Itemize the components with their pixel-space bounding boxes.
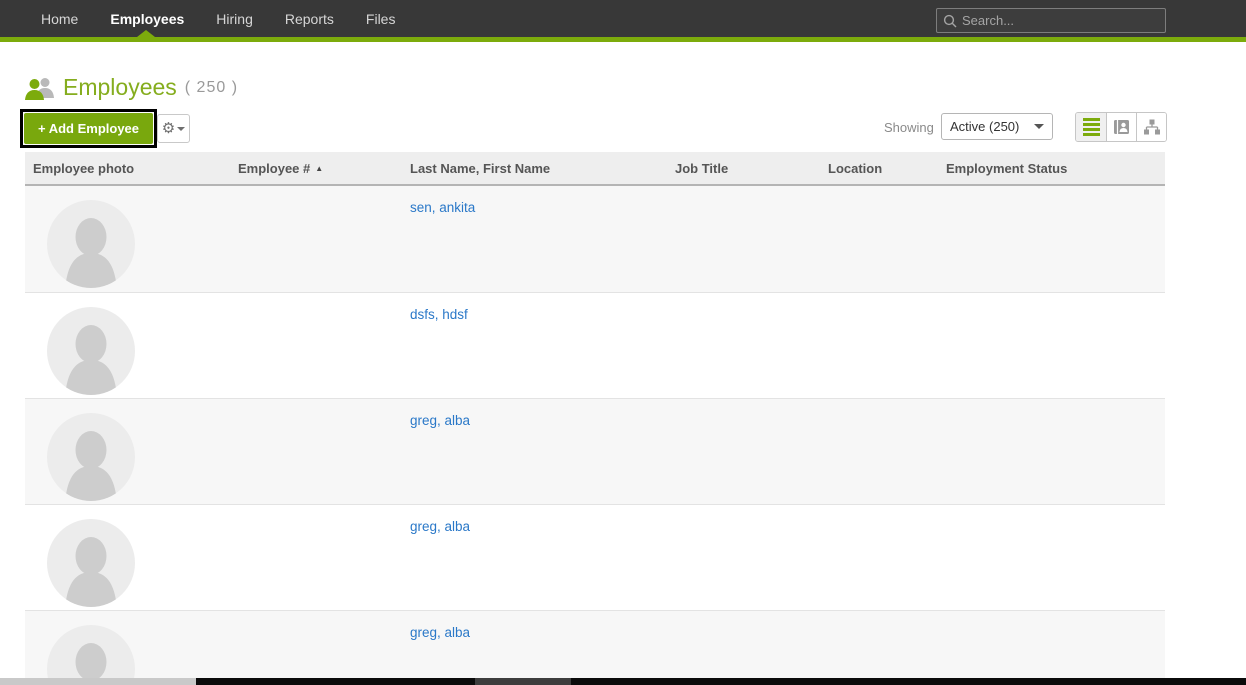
employee-name-link[interactable]: dsfs, hdsf [410,307,468,322]
table-row: sen, ankita [25,186,1165,292]
employee-number-cell [230,186,402,292]
page-title: Employees [63,74,177,101]
location-cell [820,293,938,398]
employee-filter-dropdown[interactable]: Active (250) [941,113,1053,140]
nav-item-files[interactable]: Files [350,11,412,27]
list-view-button[interactable] [1076,113,1106,141]
location-cell [820,505,938,610]
employee-name-link[interactable]: greg, alba [410,625,470,640]
employee-name-cell: sen, ankita [402,186,667,292]
employee-photo-cell [25,505,230,610]
nav-item-reports[interactable]: Reports [269,11,350,27]
avatar[interactable] [47,519,135,607]
employee-number-cell [230,399,402,504]
person-silhouette-icon [47,307,135,395]
employee-number-cell [230,611,402,685]
search-input[interactable] [962,13,1159,28]
org-chart-view-button[interactable] [1136,113,1166,141]
job-title-cell [667,186,820,292]
employees-page: Home Employees Hiring Reports Files Empl… [0,0,1246,685]
employee-name-link[interactable]: sen, ankita [410,200,475,215]
showing-label: Showing [884,120,934,135]
active-tab-caret-icon [137,30,155,37]
location-cell [820,186,938,292]
chevron-down-icon [1034,124,1044,129]
people-icon [25,76,55,100]
column-header-employee-photo[interactable]: Employee photo [25,161,230,176]
table-header-row: Employee photo Employee #▲ Last Name, Fi… [25,152,1165,186]
employee-table-body: sen, ankita dsfs, hds [25,186,1165,685]
page-header: Employees ( 250 ) [25,74,238,101]
employee-name-cell: greg, alba [402,611,667,685]
settings-menu-button[interactable]: ⚙ [157,114,190,143]
person-silhouette-icon [47,625,135,685]
person-silhouette-icon [47,200,135,288]
nav-item-employees[interactable]: Employees [94,11,200,27]
employment-status-cell [938,399,1165,504]
employee-photo-cell [25,611,230,685]
search-icon [943,14,957,28]
job-title-cell [667,293,820,398]
employment-status-cell [938,505,1165,610]
view-mode-toggle [1075,112,1167,142]
toolbar: + Add Employee ⚙ Showing Active (250) [0,108,1246,148]
filter-selected-value: Active (250) [950,119,1034,134]
search-box[interactable] [936,8,1166,33]
job-title-cell [667,399,820,504]
person-silhouette-icon [47,413,135,501]
employee-name-cell: greg, alba [402,399,667,504]
location-cell [820,399,938,504]
employee-photo-cell [25,399,230,504]
avatar[interactable] [47,413,135,501]
column-header-name[interactable]: Last Name, First Name [402,161,667,176]
top-nav: Home Employees Hiring Reports Files [0,0,1246,42]
chevron-down-icon [177,127,185,131]
table-row: greg, alba [25,398,1165,504]
employee-number-cell [230,293,402,398]
job-title-cell [667,611,820,685]
employee-name-link[interactable]: greg, alba [410,413,470,428]
horizontal-scrollbar-track[interactable] [196,678,1246,685]
column-header-employment-status[interactable]: Employment Status [938,161,1165,176]
employee-photo-cell [25,186,230,292]
horizontal-scrollbar-track-light[interactable] [0,678,196,685]
directory-view-button[interactable] [1106,113,1136,141]
employee-name-cell: dsfs, hdsf [402,293,667,398]
employee-count: ( 250 ) [185,79,238,97]
avatar[interactable] [47,200,135,288]
nav-item-hiring[interactable]: Hiring [200,11,269,27]
employment-status-cell [938,186,1165,292]
employee-name-cell: greg, alba [402,505,667,610]
person-silhouette-icon [47,519,135,607]
org-chart-view-icon [1143,119,1161,135]
list-view-icon [1083,118,1100,136]
employment-status-cell [938,293,1165,398]
avatar[interactable] [47,307,135,395]
column-header-job-title[interactable]: Job Title [667,161,820,176]
job-title-cell [667,505,820,610]
table-row: dsfs, hdsf [25,292,1165,398]
add-employee-button[interactable]: + Add Employee [24,113,153,144]
sort-ascending-icon: ▲ [315,164,323,173]
location-cell [820,611,938,685]
gear-icon: ⚙ [162,121,175,136]
column-header-location[interactable]: Location [820,161,938,176]
employee-number-cell [230,505,402,610]
employment-status-cell [938,611,1165,685]
column-header-employee-number[interactable]: Employee #▲ [230,161,402,176]
avatar[interactable] [47,625,135,685]
employee-name-link[interactable]: greg, alba [410,519,470,534]
horizontal-scrollbar-thumb[interactable] [475,678,571,685]
nav-item-home[interactable]: Home [25,11,94,27]
employee-photo-cell [25,293,230,398]
table-row: greg, alba [25,610,1165,685]
nav-accent-bar [0,37,1246,42]
add-employee-highlight-outline: + Add Employee [20,109,157,148]
directory-view-icon [1113,119,1130,135]
table-row: greg, alba [25,504,1165,610]
